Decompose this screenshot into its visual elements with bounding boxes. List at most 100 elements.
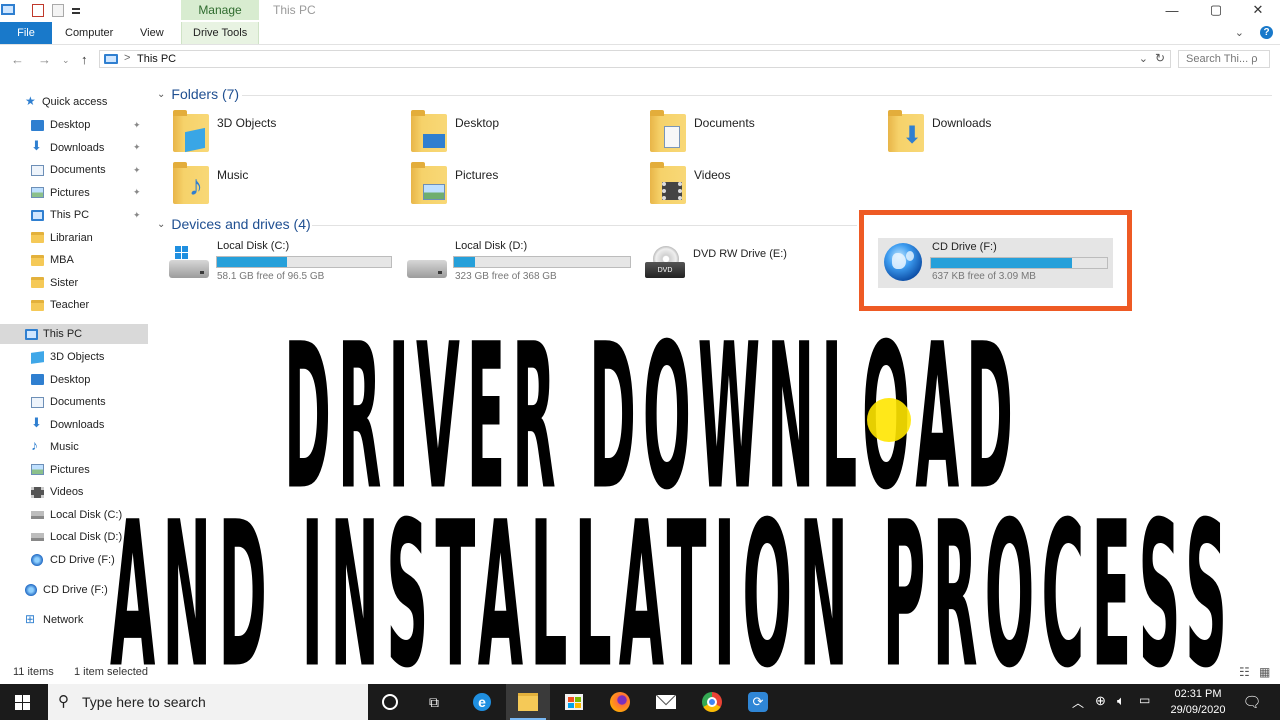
drive-free-space: 58.1 GB free of 96.5 GB bbox=[217, 271, 325, 282]
volume-icon[interactable]: 🔈︎ bbox=[1117, 693, 1125, 709]
sidebar-item-this-pc[interactable]: This PC ✦ bbox=[0, 205, 148, 225]
breadcrumb-separator-icon[interactable]: > bbox=[124, 52, 130, 64]
documents-icon bbox=[31, 164, 44, 176]
firefox-icon[interactable] bbox=[598, 684, 642, 720]
sidebar-item-label: Music bbox=[50, 441, 79, 453]
folder-tile-3d-objects[interactable]: 3D Objects bbox=[173, 110, 393, 160]
drives-section-header[interactable]: ⌄ Devices and drives (4) bbox=[157, 216, 311, 232]
up-arrow-icon[interactable]: ↑ bbox=[81, 52, 88, 67]
pin-icon[interactable]: ✦ bbox=[133, 120, 141, 131]
folder-name: Desktop bbox=[455, 116, 500, 130]
pin-icon[interactable]: ✦ bbox=[133, 165, 141, 176]
recent-locations-chevron-icon[interactable]: ⌄ bbox=[62, 55, 70, 66]
minimize-button[interactable]: — bbox=[1152, 0, 1192, 20]
sidebar-item-pictures[interactable]: Pictures bbox=[0, 460, 148, 480]
sidebar-item-label: Downloads bbox=[50, 418, 105, 431]
sidebar-item-3d-objects[interactable]: 3D Objects bbox=[0, 347, 148, 367]
windows-logo-icon bbox=[14, 694, 30, 710]
tab-view[interactable]: View bbox=[140, 22, 164, 44]
mail-icon[interactable] bbox=[644, 684, 688, 720]
chevron-down-icon[interactable]: ⌄ bbox=[1235, 26, 1244, 39]
sidebar-item-sister[interactable]: Sister bbox=[0, 273, 148, 293]
network-status-icon[interactable]: ⊕ bbox=[1095, 693, 1106, 709]
tab-file[interactable]: File bbox=[0, 22, 52, 44]
sidebar-item-desktop[interactable]: Desktop ✦ bbox=[0, 115, 148, 135]
drive-usage-fill bbox=[217, 257, 287, 267]
search-box[interactable]: Search Thi... ρ bbox=[1178, 50, 1270, 68]
sidebar-item-documents[interactable]: Documents ✦ bbox=[0, 160, 148, 180]
sidebar-item-label: Network bbox=[43, 614, 84, 626]
file-explorer-icon[interactable] bbox=[506, 684, 550, 720]
folder-icon bbox=[31, 277, 44, 288]
sidebar-item-this-pc[interactable]: This PC bbox=[0, 324, 148, 344]
pin-icon[interactable]: ✦ bbox=[133, 210, 141, 221]
pictures-icon bbox=[31, 187, 44, 198]
folder-tile-downloads[interactable]: ⬇ Downloads bbox=[888, 110, 1108, 160]
folder-overlay-icon: ♪ bbox=[189, 170, 203, 201]
chevron-down-icon: ⌄ bbox=[157, 88, 166, 100]
folder-tile-music[interactable]: ♪ Music bbox=[173, 162, 393, 212]
address-bar[interactable]: > This PC ⌄ ↻ bbox=[99, 50, 1171, 68]
back-arrow-icon[interactable]: ← bbox=[11, 52, 24, 67]
taskbar-clock[interactable]: 02:31 PM 29/09/2020 bbox=[1163, 686, 1233, 718]
sidebar-item-downloads[interactable]: Downloads bbox=[0, 415, 148, 435]
microsoft-store-icon[interactable] bbox=[552, 684, 596, 720]
customize-toolbar-icon[interactable] bbox=[72, 8, 80, 14]
drive-tile-e[interactable]: DVD DVD RW Drive (E:) bbox=[641, 238, 841, 294]
sidebar-item-teacher[interactable]: Teacher bbox=[0, 295, 148, 315]
folder-tile-desktop[interactable]: Desktop bbox=[411, 110, 631, 160]
sidebar-item-quick-access[interactable]: Quick access bbox=[0, 92, 148, 112]
tab-computer[interactable]: Computer bbox=[65, 22, 113, 44]
details-view-icon[interactable]: ☷ bbox=[1239, 665, 1250, 679]
folder-tile-documents[interactable]: Documents bbox=[650, 110, 870, 160]
folder-icon bbox=[31, 299, 44, 311]
sidebar-item-desktop[interactable]: Desktop bbox=[0, 370, 148, 390]
cortana-icon[interactable] bbox=[368, 684, 412, 720]
tab-drive-tools[interactable]: Drive Tools bbox=[193, 22, 247, 44]
sidebar-item-librarian[interactable]: Librarian bbox=[0, 228, 148, 248]
task-view-icon[interactable]: ⧉ bbox=[412, 684, 456, 720]
drive-tile-d[interactable]: Local Disk (D:) 323 GB free of 368 GB bbox=[403, 238, 635, 294]
pin-icon[interactable]: ✦ bbox=[133, 142, 141, 153]
desktop-icon bbox=[31, 119, 44, 131]
app-icon[interactable]: ⟳ bbox=[736, 684, 780, 720]
show-hidden-icons-icon[interactable]: ︿ bbox=[1072, 694, 1084, 711]
properties-icon[interactable] bbox=[32, 4, 44, 17]
chrome-icon[interactable] bbox=[690, 684, 734, 720]
new-folder-icon[interactable] bbox=[52, 4, 64, 17]
pin-icon[interactable]: ✦ bbox=[133, 187, 141, 198]
manage-context-tab[interactable]: Manage bbox=[181, 0, 259, 20]
divider bbox=[312, 225, 857, 226]
drive-tile-c[interactable]: Local Disk (C:) 58.1 GB free of 96.5 GB bbox=[165, 238, 397, 294]
forward-arrow-icon[interactable]: → bbox=[38, 52, 51, 67]
refresh-icon[interactable]: ↻ bbox=[1155, 51, 1165, 65]
sidebar-item-downloads[interactable]: Downloads ✦ bbox=[0, 138, 148, 158]
folder-tile-videos[interactable]: Videos bbox=[650, 162, 870, 212]
drive-usage-fill bbox=[454, 257, 476, 267]
breadcrumb-this-pc[interactable]: This PC bbox=[137, 53, 176, 65]
sidebar-item-music[interactable]: Music bbox=[0, 437, 148, 457]
close-button[interactable]: ✕ bbox=[1238, 0, 1278, 20]
maximize-button[interactable]: ▢ bbox=[1196, 0, 1236, 20]
chevron-down-icon: ⌄ bbox=[157, 218, 166, 230]
sidebar-item-documents[interactable]: Documents bbox=[0, 392, 148, 412]
help-icon[interactable]: ? bbox=[1260, 26, 1273, 39]
keyboard-icon[interactable]: ▭ bbox=[1139, 693, 1150, 707]
music-folder-icon: ♪ bbox=[173, 162, 209, 204]
edge-icon[interactable]: e bbox=[460, 684, 504, 720]
folder-name: 3D Objects bbox=[217, 116, 277, 130]
notifications-icon[interactable]: 🗨︎ bbox=[1230, 684, 1274, 720]
sidebar-item-pictures[interactable]: Pictures ✦ bbox=[0, 183, 148, 203]
sidebar-item-mba[interactable]: MBA bbox=[0, 250, 148, 270]
cd-drive-icon bbox=[31, 553, 43, 566]
large-icons-view-icon[interactable]: ▦ bbox=[1259, 665, 1270, 679]
this-pc-icon bbox=[104, 54, 118, 64]
folder-tile-pictures[interactable]: Pictures bbox=[411, 162, 631, 212]
address-dropdown-chevron-icon[interactable]: ⌄ bbox=[1139, 52, 1148, 65]
folder-icon bbox=[31, 254, 44, 266]
start-button[interactable] bbox=[0, 684, 44, 720]
folders-section-header[interactable]: ⌄ Folders (7) bbox=[157, 86, 239, 102]
hard-disk-icon bbox=[407, 260, 447, 278]
taskbar-search-box[interactable]: ⚲ Type here to search bbox=[48, 684, 368, 720]
sidebar-item-label: Sister bbox=[50, 276, 79, 289]
